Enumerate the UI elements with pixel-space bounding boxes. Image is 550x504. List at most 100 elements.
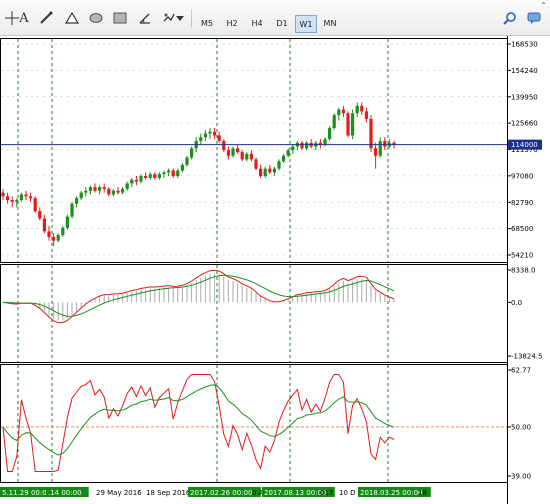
candle (272, 168, 276, 173)
candle (180, 164, 184, 171)
rsi-signal-line (2, 384, 395, 456)
candle (29, 196, 33, 199)
price-tick-label: 125660 (511, 120, 538, 128)
candle (70, 203, 74, 217)
candle (291, 146, 295, 151)
candle (263, 168, 267, 177)
shapes-dropdown-arrow-icon[interactable] (175, 10, 185, 26)
rsi-tick-label: 39.00 (511, 473, 531, 481)
candle (341, 109, 345, 114)
candle (245, 153, 249, 160)
time-axis-label: .14 00:00 (48, 489, 82, 497)
candle (236, 148, 240, 153)
time-axis-label: 2018.03.25 00:00 (360, 489, 422, 497)
timeframe-mn[interactable]: MN (320, 15, 340, 33)
chat-icon[interactable] (526, 10, 542, 26)
time-axis-label: 0 A (252, 489, 264, 497)
timeframe-h2[interactable]: H2 (222, 15, 242, 33)
candle (102, 187, 106, 189)
candle (240, 152, 244, 160)
candle (88, 187, 92, 191)
candle (190, 148, 194, 158)
search-icon[interactable] (502, 10, 518, 26)
timeframe-m5[interactable]: M5 (197, 15, 217, 33)
candle (199, 137, 203, 141)
candle (355, 105, 359, 114)
ellipse-icon[interactable] (88, 10, 104, 26)
macd-tick-label: 0.0 (511, 299, 522, 307)
candle (121, 188, 125, 193)
candle (52, 236, 56, 241)
candle (208, 131, 212, 134)
candle (217, 135, 221, 141)
candle (24, 194, 28, 197)
candle (130, 179, 134, 184)
candle (139, 176, 143, 182)
candle (383, 140, 387, 147)
candle (1, 192, 5, 197)
candle (185, 157, 189, 165)
candle (176, 170, 180, 177)
candle (364, 111, 368, 119)
candle (79, 192, 83, 199)
triangle-icon[interactable] (64, 10, 80, 26)
candle (203, 133, 207, 138)
time-axis-label: 18 Sep 2016 (146, 489, 191, 497)
macd-signal-line (2, 274, 395, 317)
price-tick-label: 97080 (511, 172, 533, 180)
candle (33, 198, 37, 212)
timeframe-w1[interactable]: W1 (295, 15, 317, 33)
macd-tick-label: -13824.5 (511, 353, 542, 361)
candle (134, 179, 138, 182)
candle (282, 155, 286, 162)
candle (268, 168, 272, 173)
text-icon[interactable]: A (16, 10, 32, 26)
candle (300, 142, 304, 149)
price-tick-label: 68500 (511, 225, 533, 233)
candle (10, 200, 14, 202)
time-axis-label: 10 D (339, 489, 356, 497)
angle-icon[interactable] (137, 10, 153, 26)
price-tick-label: 139950 (511, 93, 538, 101)
scroll-up-icon[interactable]: ⌃ (537, 0, 550, 12)
candle (98, 187, 102, 191)
candle (125, 183, 129, 189)
candle (47, 231, 51, 237)
candle (259, 168, 263, 177)
rectangle-icon[interactable] (112, 10, 128, 26)
trendline-icon[interactable] (38, 10, 54, 26)
candle (107, 188, 111, 195)
candle (167, 170, 171, 173)
candle (378, 140, 382, 156)
candle (171, 170, 175, 177)
candle (75, 198, 79, 204)
chart-toolbar: A M5 H2 H4 D1 W1 MN ⌃ (0, 0, 550, 36)
price-chart[interactable]: 1685301542401399501256601113709708082790… (0, 36, 550, 504)
candle (337, 109, 341, 116)
candle (111, 190, 115, 195)
candle (222, 140, 226, 151)
candle (249, 153, 253, 160)
candle (226, 150, 230, 156)
timeframe-d1[interactable]: D1 (272, 15, 292, 33)
candle (84, 190, 88, 193)
candle (157, 174, 161, 178)
price-tick-label: 154240 (511, 67, 538, 75)
timeframe-h4[interactable]: H4 (247, 15, 267, 33)
time-axis-label: 29 May 2016 (96, 489, 142, 497)
candle (346, 113, 350, 136)
candle (305, 142, 309, 149)
time-axis-label: 2017.08.13 00:00 (264, 489, 326, 497)
candle (15, 200, 19, 202)
candle (286, 150, 290, 156)
candle (323, 139, 327, 145)
price-tick-label: 54210 (511, 252, 533, 260)
candle (162, 172, 166, 175)
candle (56, 235, 60, 241)
candle (332, 115, 336, 129)
candle (277, 161, 281, 169)
candle (374, 148, 378, 156)
panel-frame (0, 264, 508, 363)
candle (42, 218, 46, 232)
candle (351, 113, 355, 136)
